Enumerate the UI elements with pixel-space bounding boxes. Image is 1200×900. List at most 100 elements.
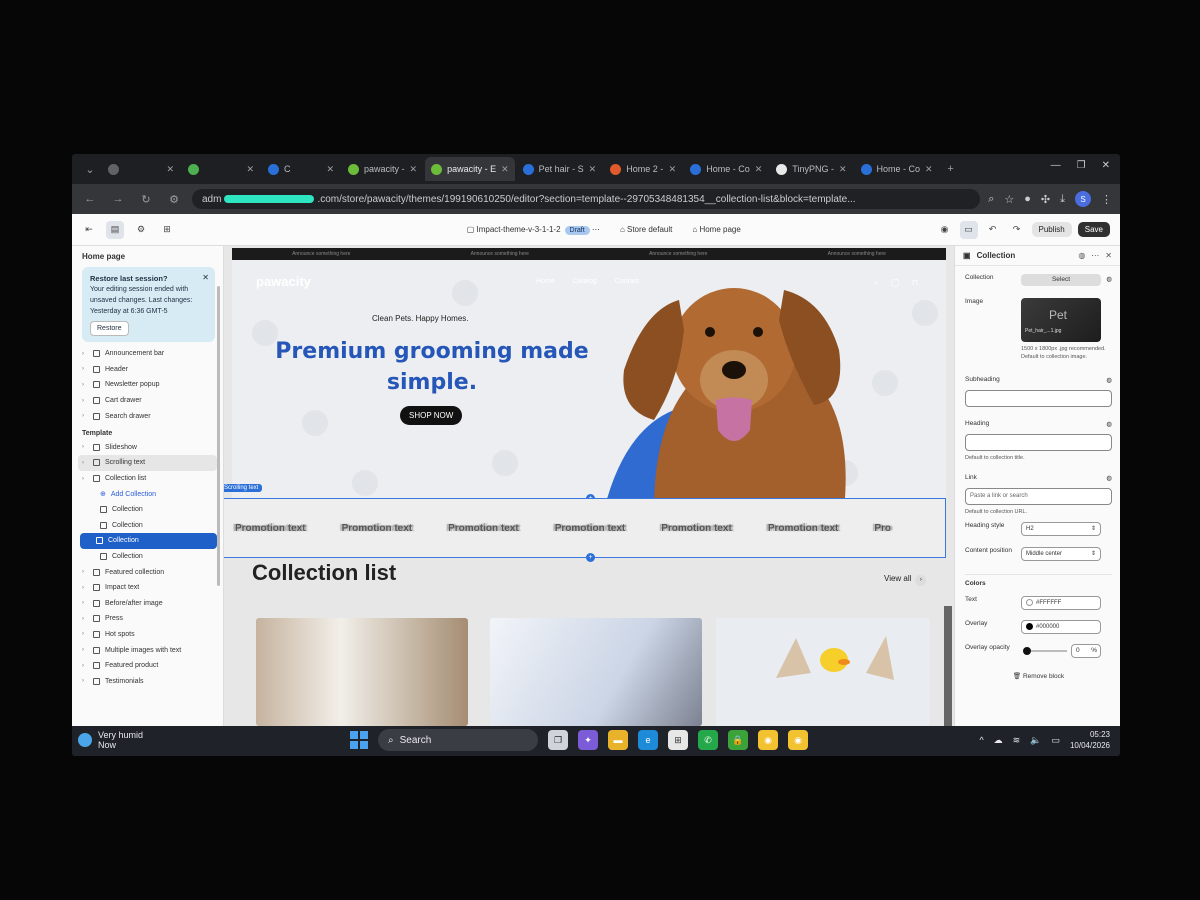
copilot-icon[interactable]: ✦ xyxy=(578,730,598,750)
url-field[interactable]: adm .com/store/pawacity/themes/1991906102… xyxy=(192,189,981,209)
browser-tab[interactable]: pawacity - ✕ xyxy=(342,157,423,181)
sidebar-section-item[interactable]: › Newsletter popup xyxy=(72,377,223,393)
add-collection-button[interactable]: ⊕ Add Collection xyxy=(72,486,223,502)
volume-icon[interactable]: 🔈 xyxy=(1030,735,1041,746)
content-position-select[interactable]: Middle center ⇕ xyxy=(1021,547,1101,561)
chevron-right-icon[interactable]: › xyxy=(82,476,88,482)
sidebar-section-item[interactable]: › Cart drawer xyxy=(72,393,223,409)
preview-scrollbar[interactable] xyxy=(944,606,952,726)
close-tab-icon[interactable]: ✕ xyxy=(839,164,847,175)
collection-card-2[interactable] xyxy=(490,618,702,726)
sidebar-block-item[interactable]: Collection xyxy=(72,518,223,534)
collection-card-1[interactable] xyxy=(256,618,468,726)
close-tab-icon[interactable]: ✕ xyxy=(410,164,418,175)
store-icon[interactable]: ⊞ xyxy=(668,730,688,750)
chevron-right-icon[interactable]: › xyxy=(82,444,88,450)
sidebar-section-item[interactable]: › Featured collection xyxy=(72,564,223,580)
close-tab-icon[interactable]: ✕ xyxy=(925,164,933,175)
new-tab-button[interactable]: + xyxy=(941,159,961,179)
opacity-slider-handle[interactable] xyxy=(1023,647,1031,655)
overlay-color-swatch[interactable] xyxy=(1026,622,1033,630)
heading-input[interactable] xyxy=(965,434,1112,451)
browser-tab[interactable]: ✕ xyxy=(102,157,180,181)
shop-now-button[interactable]: SHOP NOW xyxy=(400,406,463,425)
wifi-icon[interactable]: ≋ xyxy=(1013,735,1021,746)
more-icon[interactable]: ⋯ xyxy=(1091,251,1099,260)
dynamic-source-icon[interactable]: ◍ xyxy=(1106,420,1112,428)
sidebar-scrollbar[interactable] xyxy=(217,286,220,586)
sidebar-section-item[interactable]: › Before/after image xyxy=(72,596,223,612)
close-tab-icon[interactable]: ✕ xyxy=(755,164,763,175)
sidebar-section-item[interactable]: › Hot spots xyxy=(72,627,223,643)
chevron-right-icon[interactable]: › xyxy=(82,351,88,357)
puzzle-extensions-icon[interactable]: ✣ xyxy=(1041,193,1050,206)
save-button[interactable]: Save xyxy=(1077,222,1110,237)
close-tab-icon[interactable]: ✕ xyxy=(166,164,174,175)
download-icon[interactable]: ⤓ xyxy=(1060,193,1065,206)
heading-style-select[interactable]: H2 ⇕ xyxy=(1021,522,1101,536)
sidebar-block-item[interactable]: Collection xyxy=(72,502,223,518)
store-selector[interactable]: ⌂ Store default xyxy=(620,225,672,234)
dynamic-source-icon[interactable]: ◍ xyxy=(1106,376,1112,384)
text-color-picker[interactable]: #FFFFFF xyxy=(1021,596,1101,610)
sidebar-section-item[interactable]: › Multiple images with text xyxy=(72,642,223,658)
opacity-slider-track[interactable] xyxy=(1031,650,1067,652)
close-tab-icon[interactable]: ✕ xyxy=(246,164,254,175)
hero-slideshow[interactable]: pawacity Home Catalog Contact ⌕ ◯ ⊓ Clean … xyxy=(232,260,946,510)
chevron-right-icon[interactable]: › xyxy=(82,631,88,637)
task-view-icon[interactable]: ❐ xyxy=(548,730,568,750)
restore-button[interactable]: Restore xyxy=(90,321,129,336)
close-tab-icon[interactable]: ✕ xyxy=(589,164,597,175)
page-selector[interactable]: ⌂ Home page xyxy=(692,225,740,234)
start-button[interactable] xyxy=(350,731,368,749)
file-explorer-icon[interactable]: ▬ xyxy=(608,730,628,750)
inspector-icon[interactable]: ◉ xyxy=(936,221,954,239)
onedrive-icon[interactable]: ☁ xyxy=(994,735,1003,746)
close-tab-icon[interactable]: ✕ xyxy=(326,164,334,175)
profile-avatar[interactable]: S xyxy=(1075,191,1091,207)
sidebar-section-item[interactable]: › Slideshow xyxy=(72,440,223,456)
undo-icon[interactable]: ↶ xyxy=(984,221,1002,239)
view-all-link[interactable]: View all › xyxy=(884,574,927,586)
close-tab-icon[interactable]: ✕ xyxy=(501,164,509,175)
chevron-right-icon[interactable]: › xyxy=(82,616,88,622)
browser-tab[interactable]: pawacity - E ✕ xyxy=(425,157,515,181)
overlay-color-picker[interactable]: #000000 xyxy=(1021,620,1101,634)
site-settings-icon[interactable]: ⚙ xyxy=(164,189,184,209)
db-icon[interactable]: ◍ xyxy=(1078,251,1085,260)
chevron-up-icon[interactable]: ^ xyxy=(979,735,983,745)
browser-tab[interactable]: Pet hair - S ✕ xyxy=(517,157,603,181)
chevron-right-icon[interactable]: › xyxy=(82,600,88,606)
browser-tab[interactable]: TinyPNG - ✕ xyxy=(770,157,852,181)
remove-block-button[interactable]: 🗑 Remove block xyxy=(965,672,1112,680)
edge-icon[interactable]: e xyxy=(638,730,658,750)
browser-tab[interactable]: ✕ xyxy=(182,157,260,181)
browser-tab[interactable]: Home - Co ✕ xyxy=(684,157,768,181)
dynamic-source-icon[interactable]: ◍ xyxy=(1106,275,1112,283)
link-input[interactable]: Paste a link or search xyxy=(965,488,1112,505)
image-picker[interactable]: Pet Pet_hair_...1.jpg xyxy=(1021,298,1101,342)
publish-button[interactable]: Publish xyxy=(1031,222,1072,237)
chevron-right-icon[interactable]: › xyxy=(82,398,88,404)
sidebar-section-item[interactable]: › Header xyxy=(72,362,223,378)
battery-icon[interactable]: ▭ xyxy=(1051,735,1060,746)
browser-tab[interactable]: C ✕ xyxy=(262,157,340,181)
chrome-icon[interactable]: ◉ xyxy=(758,730,778,750)
sections-icon[interactable]: ▤ xyxy=(106,220,124,239)
sidebar-section-item[interactable]: › Press xyxy=(72,611,223,627)
sidebar-section-item[interactable]: › Collection list xyxy=(72,471,223,487)
browser-tab[interactable]: Home - Co ✕ xyxy=(855,157,939,181)
maximize-icon[interactable]: ❐ xyxy=(1077,160,1086,171)
chrome-profile-icon[interactable]: ◉ xyxy=(788,730,808,750)
chevron-right-icon[interactable]: › xyxy=(82,382,88,388)
sidebar-section-item[interactable]: › Testimonials xyxy=(72,673,223,689)
close-window-icon[interactable]: ✕ xyxy=(1102,160,1110,171)
close-panel-icon[interactable]: ✕ xyxy=(1105,251,1112,260)
sidebar-block-item[interactable]: Collection xyxy=(72,549,223,565)
chevron-right-icon[interactable]: › xyxy=(82,585,88,591)
chevron-right-icon[interactable]: › xyxy=(82,569,88,575)
subheading-input[interactable] xyxy=(965,390,1112,407)
scrolling-text-section[interactable]: Promotion text Promotion text Promotion te… xyxy=(224,498,946,558)
sidebar-section-item[interactable]: › Impact text xyxy=(72,580,223,596)
sidebar-section-item[interactable]: › Search drawer xyxy=(72,408,223,424)
